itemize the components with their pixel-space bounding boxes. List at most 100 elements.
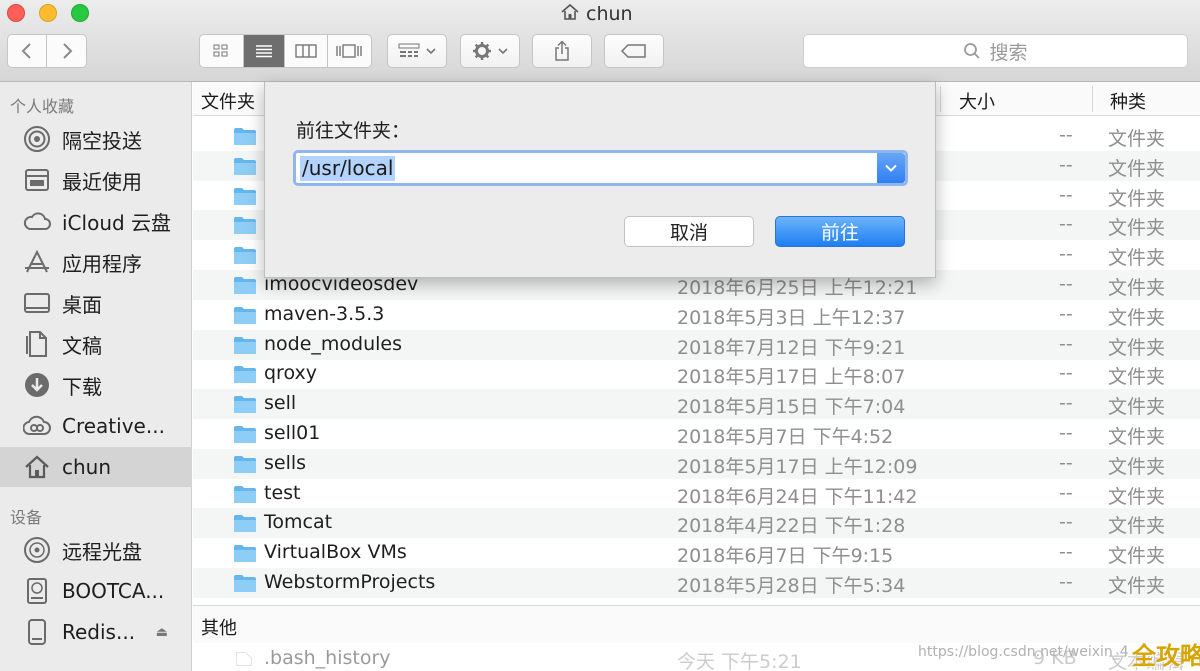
file-kind: 文件夹 <box>1108 247 1166 269</box>
eject-icon[interactable]: ⏏ <box>156 625 168 640</box>
folder-icon <box>234 426 256 443</box>
column-divider[interactable] <box>1092 86 1093 112</box>
edit-tags-button[interactable] <box>604 34 664 68</box>
chevron-left-icon <box>21 43 31 59</box>
file-kind: 文件夹 <box>1108 545 1166 567</box>
share-button[interactable] <box>532 34 592 68</box>
table-row[interactable]: maven-3.5.3 2018年5月3日 上午12:37 -- 文件夹 <box>193 300 1200 330</box>
file-date: 2018年5月17日 上午12:09 <box>677 456 918 478</box>
sidebar-item-creative-cloud[interactable]: Creative... <box>0 406 192 446</box>
file-name: sells <box>264 452 307 474</box>
watermark: https://blog.csdn.net/weixin_4 <box>918 644 1129 660</box>
folder-icon <box>234 486 256 503</box>
file-kind: 文件夹 <box>1108 307 1166 329</box>
desktop-icon <box>22 288 52 318</box>
file-kind: 文件夹 <box>1108 515 1166 537</box>
arrange-button[interactable] <box>387 34 447 68</box>
file-date: 2018年5月3日 上午12:37 <box>677 307 906 329</box>
applications-icon <box>22 247 52 277</box>
sidebar-item-label: iCloud 云盘 <box>62 210 172 235</box>
arrange-grid-icon <box>398 43 420 57</box>
file-date: 2018年6月7日 下午9:15 <box>677 545 894 567</box>
sidebar-item-applications[interactable]: 应用程序 <box>0 242 192 282</box>
window-title-text: chun <box>586 3 633 25</box>
sidebar-item-desktop[interactable]: 桌面 <box>0 283 192 323</box>
file-kind: 文件夹 <box>1108 456 1166 478</box>
file-kind: 文件夹 <box>1108 396 1166 418</box>
folder-icon <box>234 456 256 473</box>
sidebar-item-bootcamp[interactable]: BOOTCA... <box>0 571 192 611</box>
list-view-button[interactable] <box>243 35 286 67</box>
sidebar-item-remote-disc[interactable]: 远程光盘 <box>0 530 192 570</box>
file-size: -- <box>1059 154 1073 176</box>
folder-icon <box>234 396 256 413</box>
path-history-dropdown[interactable] <box>877 153 905 183</box>
table-row[interactable]: WebstormProjects 2018年5月28日 下午5:34 -- 文件夹 <box>193 568 1200 598</box>
close-window-button[interactable] <box>7 4 25 22</box>
column-divider[interactable] <box>940 86 941 112</box>
table-row[interactable]: sells 2018年5月17日 上午12:09 -- 文件夹 <box>193 449 1200 479</box>
recents-icon <box>22 165 52 195</box>
file-name: node_modules <box>264 333 403 355</box>
file-date: 2018年7月12日 下午9:21 <box>677 337 906 359</box>
cloud-icon <box>22 206 52 236</box>
table-row[interactable]: Tomcat 2018年4月22日 下午1:28 -- 文件夹 <box>193 508 1200 538</box>
home-icon <box>22 452 52 482</box>
file-date: 2018年5月7日 下午4:52 <box>677 426 894 448</box>
folder-icon <box>234 247 256 264</box>
airdrop-icon <box>22 124 52 154</box>
table-row[interactable]: sell01 2018年5月7日 下午4:52 -- 文件夹 <box>193 419 1200 449</box>
folder-icon <box>234 545 256 562</box>
file-size: -- <box>1059 422 1073 444</box>
column-size-header[interactable]: 大小 <box>959 88 995 114</box>
column-kind-header[interactable]: 种类 <box>1110 88 1146 114</box>
chevron-down-icon <box>426 48 436 55</box>
dialog-label: 前往文件夹： <box>296 120 411 142</box>
file-size: -- <box>1059 333 1073 355</box>
sidebar-item-airdrop[interactable]: 隔空投送 <box>0 119 192 159</box>
file-name: sell <box>264 392 297 414</box>
sidebar-item-label: 桌面 <box>62 292 102 317</box>
go-to-folder-dialog: 前往文件夹： /usr/local 取消 前往 <box>264 82 936 278</box>
table-row[interactable]: qroxy 2018年5月17日 上午8:07 -- 文件夹 <box>193 359 1200 389</box>
column-name-header[interactable]: 文件夹 <box>201 88 255 114</box>
sidebar-item-home[interactable]: chun <box>0 447 192 487</box>
gallery-view-button[interactable] <box>328 35 371 67</box>
sidebar-item-documents[interactable]: 文稿 <box>0 324 192 364</box>
sidebar-item-downloads[interactable]: 下载 <box>0 365 192 405</box>
file-size: -- <box>1059 213 1073 235</box>
file-name: .bash_history <box>264 647 391 669</box>
column-view-button[interactable] <box>285 35 328 67</box>
minimize-window-button[interactable] <box>39 4 57 22</box>
action-menu-button[interactable] <box>460 34 520 68</box>
sidebar-item-icloud[interactable]: iCloud 云盘 <box>0 201 192 241</box>
folder-icon <box>234 515 256 532</box>
folder-icon <box>234 158 256 175</box>
file-kind: 文件夹 <box>1108 337 1166 359</box>
file-kind: 文件夹 <box>1108 217 1166 239</box>
sidebar-item-recents[interactable]: 最近使用 <box>0 160 192 200</box>
table-row[interactable]: node_modules 2018年7月12日 下午9:21 -- 文件夹 <box>193 330 1200 360</box>
folder-path-combobox: /usr/local <box>293 150 908 186</box>
file-date: 2018年4月22日 下午1:28 <box>677 515 906 537</box>
sidebar: 个人收藏 隔空投送 最近使用 iCloud 云盘 应用程序 桌面 文稿 下载 C… <box>0 82 192 671</box>
cancel-button[interactable]: 取消 <box>624 216 754 247</box>
table-row[interactable]: VirtualBox VMs 2018年6月7日 下午9:15 -- 文件夹 <box>193 538 1200 568</box>
zoom-window-button[interactable] <box>71 4 89 22</box>
go-button[interactable]: 前往 <box>775 216 905 247</box>
folder-icon <box>234 307 256 324</box>
file-size: -- <box>1059 243 1073 265</box>
documents-icon <box>22 329 52 359</box>
back-button[interactable] <box>8 35 48 67</box>
icon-view-button[interactable] <box>200 35 244 67</box>
file-size: -- <box>1059 482 1073 504</box>
forward-button[interactable] <box>47 35 86 67</box>
sidebar-item-redis[interactable]: Redis... ⏏ <box>0 612 192 652</box>
folder-path-input[interactable]: /usr/local <box>300 156 396 181</box>
search-field[interactable]: 搜索 <box>803 34 1188 68</box>
table-row[interactable]: sell 2018年5月15日 下午7:04 -- 文件夹 <box>193 389 1200 419</box>
sidebar-item-label: 下载 <box>62 374 102 399</box>
sidebar-item-label: chun <box>62 455 112 479</box>
table-row[interactable]: test 2018年6月24日 下午11:42 -- 文件夹 <box>193 479 1200 509</box>
file-name: VirtualBox VMs <box>264 541 407 563</box>
